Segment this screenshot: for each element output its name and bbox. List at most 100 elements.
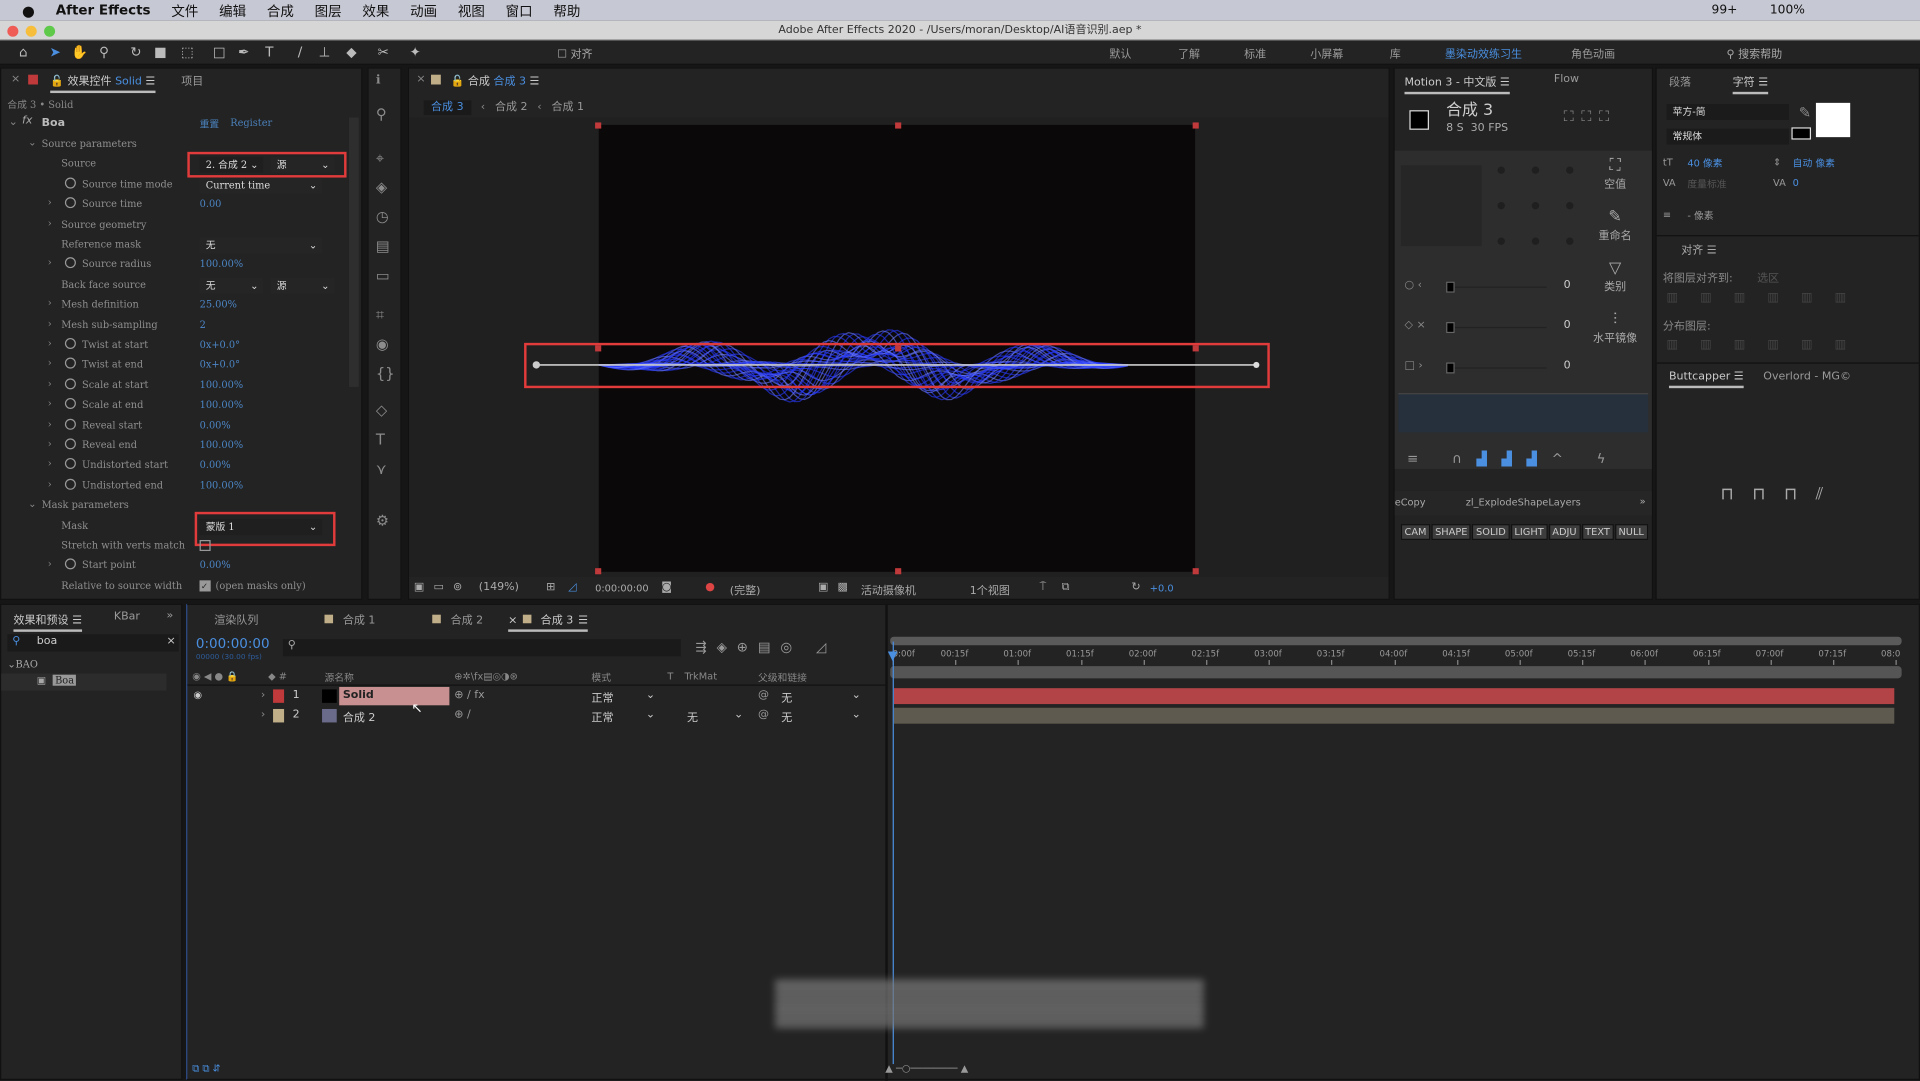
fill-color-swatch[interactable] <box>1815 102 1851 138</box>
stopwatch-icon[interactable] <box>64 257 76 269</box>
timer-icon[interactable]: ◷ <box>376 208 389 225</box>
slider-value[interactable]: 0 <box>1564 320 1571 332</box>
param-value[interactable]: 0.00% <box>200 560 231 571</box>
menu-item[interactable]: 图层 <box>315 1 342 21</box>
motion-tool-icons[interactable]: ⛶⛶⛶ <box>1564 108 1617 126</box>
menu-item[interactable]: 帮助 <box>553 1 580 21</box>
grid-icon[interactable]: ⊞ <box>546 582 555 594</box>
layer-row[interactable]: › 2 合成 2 ⊕ ∕ 正常 ⌄ 无 ⌄ @ 无 ⌄ <box>187 707 885 727</box>
menu-icon[interactable]: ☰ <box>578 615 588 627</box>
effects-search-input[interactable]: ⚲ boa × <box>7 634 179 652</box>
tab-character[interactable]: 字符 ☰ <box>1732 73 1769 95</box>
timeline-tab[interactable]: × 合成 3 ☰ <box>508 611 589 632</box>
layer-label-color[interactable] <box>273 689 285 703</box>
menu-item[interactable]: 动画 <box>410 1 437 21</box>
param-value[interactable]: 100.00% <box>200 440 244 451</box>
layer-label-color[interactable] <box>273 708 285 723</box>
menu-item[interactable]: 合成 <box>267 1 294 21</box>
collapse-chevron-icon[interactable]: ⌄ <box>28 499 36 510</box>
rectangle-tool-icon[interactable]: □ <box>211 44 228 61</box>
leading-value[interactable]: 自动 像素 <box>1793 157 1835 170</box>
menu-item[interactable]: 效果 <box>362 1 389 21</box>
register-link[interactable]: Register <box>230 118 272 129</box>
script-ecopy[interactable]: eCopy <box>1395 497 1426 508</box>
expand-chevron-icon[interactable]: › <box>261 709 265 721</box>
trkmat-dropdown[interactable]: 无 ⌄ <box>687 709 743 725</box>
tab-buttcapper[interactable]: Buttcapper ☰ <box>1668 371 1744 389</box>
preview-icon[interactable]: ▣ <box>414 582 424 594</box>
expand-chevron-icon[interactable]: › <box>48 258 52 269</box>
easing-buttons[interactable]: ≡ ∩▟▟▟^ ϟ <box>1407 451 1620 467</box>
layer-duration-bar[interactable] <box>893 688 1895 705</box>
motion-slider[interactable] <box>1446 326 1547 329</box>
rotate-tool-icon[interactable]: ↻ <box>127 44 144 61</box>
brush-tool-icon[interactable]: / <box>291 44 308 61</box>
tab-overlord[interactable]: Overlord - MG© <box>1763 371 1851 383</box>
expand-chevron-icon[interactable]: › <box>48 358 52 369</box>
layer-search-input[interactable]: ⚲ <box>282 639 681 657</box>
align-to-dropdown[interactable]: 选区 <box>1757 269 1779 285</box>
create-layer-button[interactable]: SHAPE <box>1431 524 1472 541</box>
timeline-zoom-slider[interactable]: ▲ ─○──────── ▲ <box>885 1063 968 1074</box>
flowchart-icon[interactable]: ⧉ <box>1062 582 1070 594</box>
eye-icon[interactable]: ◉ <box>376 336 389 353</box>
tab-paragraph[interactable]: 段落 <box>1669 73 1691 89</box>
layer-switches[interactable]: ⊕ ∕ fx <box>454 689 484 701</box>
close-tab-icon[interactable]: × <box>416 73 425 85</box>
visibility-eye-icon[interactable]: ◉ <box>193 689 202 700</box>
anchor-point-dot[interactable] <box>1497 202 1505 210</box>
stopwatch-icon[interactable] <box>64 558 76 570</box>
param-dropdown[interactable]: 无 ⌄ <box>199 237 323 254</box>
zoom-dropdown[interactable]: (149%) <box>479 582 519 594</box>
stopwatch-icon[interactable] <box>64 177 76 189</box>
workspace-tab[interactable]: 小屏幕 <box>1310 45 1343 61</box>
search-icon[interactable]: ⚲ <box>376 105 387 122</box>
time-navigator[interactable] <box>890 666 1902 679</box>
close-tab-icon[interactable]: × <box>11 73 20 85</box>
script-explode-shape-layers[interactable]: zl_ExplodeShapeLayers <box>1466 497 1581 508</box>
path-icon[interactable]: ⋎ <box>376 460 387 477</box>
info-icon[interactable]: ℹ <box>376 73 381 86</box>
anchor-point-dot[interactable] <box>1566 237 1574 245</box>
shapes-icon[interactable]: ◇ <box>376 402 387 419</box>
motion-action-button[interactable]: ✎ 重命名 <box>1578 208 1651 242</box>
current-time[interactable]: 0:00:00:00 <box>595 583 649 594</box>
menu-item[interactable]: 视图 <box>458 1 485 21</box>
font-size-value[interactable]: 40 像素 <box>1687 157 1722 170</box>
align-icon[interactable]: ⌖ <box>376 149 384 167</box>
create-layer-button[interactable]: SOLID <box>1472 524 1510 541</box>
expand-chevron-icon[interactable]: › <box>48 217 52 228</box>
work-area-bar[interactable] <box>890 636 1902 646</box>
stopwatch-icon[interactable] <box>64 358 76 370</box>
param-dropdown-secondary[interactable]: 源 ⌄ <box>270 277 335 294</box>
breadcrumb-item[interactable]: 合成 3 <box>423 100 471 116</box>
stopwatch-icon[interactable] <box>64 478 76 490</box>
menu-item[interactable]: 编辑 <box>219 1 246 21</box>
clone-stamp-tool-icon[interactable]: ⊥ <box>316 44 333 61</box>
timeline-tab[interactable]: 渲染队列 <box>214 611 258 627</box>
reset-link[interactable]: 重置 <box>200 118 220 131</box>
create-layer-button[interactable]: ADJU <box>1548 524 1581 541</box>
font-style-dropdown[interactable]: 常规体 <box>1666 128 1789 145</box>
workspace-tab[interactable]: 角色动画 <box>1571 45 1615 61</box>
motion-action-button[interactable]: ▽ 类别 <box>1578 260 1651 294</box>
param-value[interactable]: 25.00% <box>200 299 237 310</box>
stopwatch-icon[interactable] <box>64 438 76 450</box>
channel-icon[interactable]: ● <box>705 582 715 594</box>
stopwatch-icon[interactable] <box>64 458 76 470</box>
param-value[interactable]: 0.00 <box>200 199 222 210</box>
roto-brush-tool-icon[interactable]: ✂ <box>375 44 392 61</box>
slider-value[interactable]: 0 <box>1564 360 1571 372</box>
tab-composition[interactable]: 🔓 合成 合成 3 ☰ <box>451 72 540 88</box>
column-mode[interactable]: 模式 <box>591 671 611 684</box>
blend-mode-dropdown[interactable]: 正常 ⌄ <box>591 689 655 705</box>
slider-handle[interactable] <box>1446 281 1455 293</box>
workspace-tab[interactable]: 了解 <box>1178 45 1200 61</box>
anchor-point-dot[interactable] <box>1497 237 1505 245</box>
param-value[interactable]: 0.00% <box>200 420 231 431</box>
overflow-chevron-icon[interactable]: » <box>167 610 174 622</box>
fast-preview-icon[interactable]: ⍑ <box>1040 582 1047 594</box>
search-help-field[interactable]: ⚲ 搜索帮助 <box>1727 45 1783 61</box>
close-window-button[interactable] <box>7 25 19 37</box>
stopwatch-icon[interactable] <box>64 378 76 390</box>
